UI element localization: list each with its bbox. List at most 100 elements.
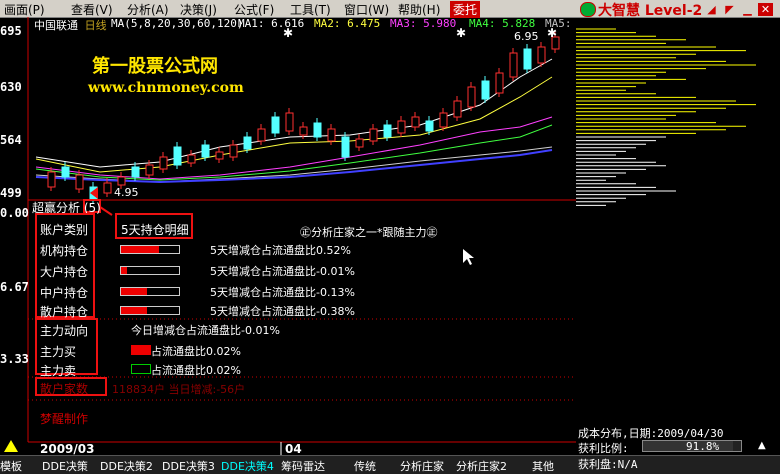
ma4-value: MA4: 5.828: [469, 17, 536, 30]
tab-traditional[interactable]: 传统: [354, 458, 376, 474]
menu-item-decision[interactable]: 决策(J): [180, 1, 217, 18]
scroll-up-icon[interactable]: ▲: [758, 440, 766, 451]
menu-item-tools[interactable]: 工具(T): [290, 1, 331, 18]
main-sell-bar: [131, 364, 151, 374]
candle-body: [355, 138, 364, 148]
menu-bar: 画面(P) 查看(V) 分析(A) 决策(J) 公式(F) 工具(T) 窗口(W…: [0, 0, 780, 19]
toolbar-icon-2[interactable]: ◤: [722, 3, 737, 16]
candle-body: [313, 122, 322, 138]
ma5-value: MA5:: [545, 17, 572, 30]
candle-body: [495, 72, 504, 94]
menu-item-window[interactable]: 窗口(W): [344, 1, 389, 18]
candle-body: [159, 156, 168, 170]
candle-body: [411, 116, 420, 128]
watermark-title: 第一股票公式网: [92, 56, 218, 77]
tab-chip-radar[interactable]: 筹码雷达: [281, 458, 325, 474]
candle-body: [229, 144, 238, 158]
candle-body: [481, 80, 490, 100]
candle-body: [271, 116, 280, 134]
holding-bar: [120, 245, 180, 254]
tab-dde2[interactable]: DDE决策2: [100, 458, 153, 474]
profit-ratio-value: 91.8%: [686, 440, 720, 453]
holding-label: 大户持仓: [40, 265, 89, 279]
low-price-label: 4.95: [114, 186, 139, 199]
main-force-label: 主力动向: [40, 324, 89, 338]
candle-body: [369, 128, 378, 142]
warning-icon[interactable]: [4, 440, 18, 452]
volume-profile-histogram: [576, 28, 756, 206]
main-buy-label: 主力买: [40, 345, 77, 359]
app-logo: 大智慧 Level-2 ◢ ◤ ▁ ✕: [576, 0, 780, 19]
bottom-tab-bar: 模板 DDE决策 DDE决策2 DDE决策3 DDE决策4 筹码雷达 传统 分析…: [0, 455, 780, 474]
ma1-value: MA1: 6.616: [238, 17, 305, 30]
main-force-text: 今日增减仓占流通盘比-0.01%: [131, 324, 280, 337]
date-label-right: 04: [285, 442, 302, 456]
tab-dealer2[interactable]: 分析庄家2: [456, 458, 507, 474]
main-sell-label: 主力卖: [40, 364, 77, 378]
candle-body: [145, 164, 154, 176]
price-label-2: 630: [0, 80, 22, 94]
candle-body: [215, 151, 224, 160]
tab-dealer[interactable]: 分析庄家: [400, 458, 444, 474]
ma-params: MA(5,8,20,30,60,120): [111, 17, 244, 30]
marker-star: ✱: [456, 26, 466, 40]
main-buy-text: 占流通盘比0.02%: [151, 345, 241, 358]
holding-label: 中户持仓: [40, 286, 89, 300]
cost-panel-title: 成本分布,日期:2009/04/30: [578, 427, 724, 440]
price-label-1: 695: [0, 24, 22, 38]
menu-item-formula[interactable]: 公式(F): [234, 1, 274, 18]
holding-bar: [120, 306, 180, 315]
logo-icon: [580, 2, 596, 17]
candle-body: [509, 52, 518, 78]
candle-body: [117, 176, 126, 186]
header-account-type: 账户类别: [40, 223, 89, 237]
menu-item-analysis[interactable]: 分析(A): [127, 1, 169, 18]
candle-body: [103, 182, 112, 194]
holding-change-text: 5天增减仓占流通盘比-0.01%: [210, 265, 355, 278]
high-price-label: 6.95: [514, 30, 539, 43]
stock-name: 中国联通 日线: [34, 17, 107, 33]
ma2-value: MA2: 6.475: [314, 17, 381, 30]
header-5day-detail: 5天持仓明细: [121, 223, 189, 237]
profit-ratio-label: 获利比例:: [578, 442, 629, 455]
menu-item-trade[interactable]: 委托: [450, 1, 481, 18]
menu-item-screen[interactable]: 画面(P): [4, 1, 45, 18]
candle-body: [523, 48, 532, 70]
candle-body: [47, 171, 56, 188]
main-sell-text: 占流通盘比0.02%: [151, 364, 241, 377]
candle-body: [397, 120, 406, 134]
menu-item-view[interactable]: 查看(V): [71, 1, 113, 18]
close-icon[interactable]: ✕: [758, 3, 773, 16]
tab-template[interactable]: 模板: [0, 458, 22, 474]
candle-body: [243, 136, 252, 150]
holding-label: 机构持仓: [40, 244, 89, 258]
candle-body: [201, 144, 210, 158]
author-label: 梦醒制作: [40, 412, 89, 426]
cost-distribution-panel: 成本分布,日期:2009/04/30 获利比例: 91.8% ▲: [576, 425, 780, 455]
tab-dde4[interactable]: DDE决策4: [221, 458, 274, 474]
candle-body: [453, 100, 462, 118]
retail-count-text: 118834户 当日增减:-56户: [112, 383, 246, 396]
candle-body: [285, 112, 294, 132]
tab-dde3[interactable]: DDE决策3: [162, 458, 215, 474]
candle-body: [173, 146, 182, 166]
mouse-cursor-icon: [463, 249, 474, 265]
holding-bar: [120, 266, 180, 275]
menu-item-help[interactable]: 帮助(H): [398, 1, 440, 18]
candle-body: [131, 166, 140, 178]
tab-other[interactable]: 其他: [532, 458, 554, 474]
candle-body: [341, 136, 350, 158]
period-label: 日线: [84, 19, 107, 32]
price-label-3: 564: [0, 133, 22, 147]
holding-change-text: 5天增减仓占流通盘比-0.38%: [210, 305, 355, 318]
ma3-value: MA3: 5.980: [390, 17, 457, 30]
candle-body: [61, 166, 70, 178]
stock-name-text: 中国联通: [34, 19, 78, 32]
tab-dde1[interactable]: DDE决策: [42, 458, 88, 474]
minimize-icon[interactable]: ▁: [740, 3, 755, 16]
toolbar-icon-1[interactable]: ◢: [704, 3, 719, 16]
candle-body: [257, 128, 266, 142]
candle-body: [383, 124, 392, 138]
candle-body: [75, 174, 84, 190]
holding-change-text: 5天增减仓占流通盘比-0.13%: [210, 286, 355, 299]
